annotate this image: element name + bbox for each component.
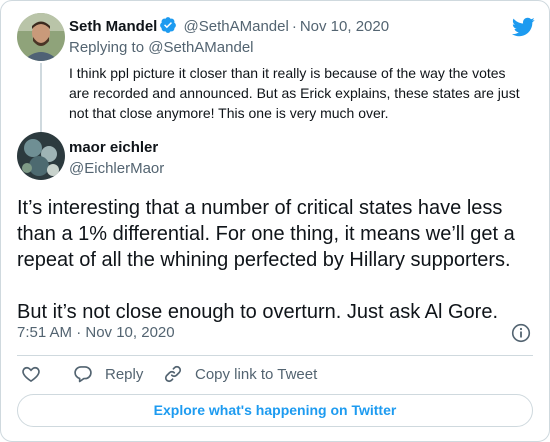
replying-to[interactable]: Replying to @SethAMandel xyxy=(69,38,254,58)
twitter-bird-icon[interactable] xyxy=(511,15,535,44)
embedded-tweet-card: Seth Mandel @SethAMandel · Nov 10, 2020 Re… xyxy=(0,0,550,442)
copy-link-button[interactable]: Copy link to Tweet xyxy=(163,364,317,384)
tweet-text: It’s interesting that a number of critic… xyxy=(17,195,537,325)
tweet-actions: Reply Copy link to Tweet xyxy=(17,359,533,389)
heart-icon xyxy=(21,364,41,384)
link-icon xyxy=(163,364,183,384)
reply-bubble-icon xyxy=(73,364,93,384)
parent-tweet-text: I think ppl picture it closer than it re… xyxy=(69,65,520,121)
display-name[interactable]: maor eichler xyxy=(69,138,158,158)
avatar[interactable] xyxy=(17,13,65,61)
handle[interactable]: @EichlerMaor xyxy=(69,159,164,179)
divider xyxy=(17,355,533,356)
parent-tweet-header: Seth Mandel @SethAMandel · Nov 10, 2020 xyxy=(69,16,389,40)
tweet-timestamp[interactable]: 7:51 AM · Nov 10, 2020 xyxy=(17,323,175,343)
explore-twitter-button[interactable]: Explore what's happening on Twitter xyxy=(17,394,533,427)
copy-link-label: Copy link to Tweet xyxy=(195,365,318,383)
thread-connector-line xyxy=(40,63,42,133)
reply-button[interactable]: Reply xyxy=(73,364,143,384)
info-icon[interactable] xyxy=(511,323,531,348)
like-button[interactable] xyxy=(21,364,41,384)
tweet-paragraph: But it’s not close enough to overturn. J… xyxy=(17,301,499,323)
separator-dot: · xyxy=(291,18,297,35)
display-name[interactable]: Seth Mandel xyxy=(69,18,157,35)
handle[interactable]: @SethAMandel xyxy=(184,18,289,35)
reply-label: Reply xyxy=(105,365,144,383)
tweet-date[interactable]: Nov 10, 2020 xyxy=(300,18,389,35)
tweet-paragraph: It’s interesting that a number of critic… xyxy=(17,197,515,271)
avatar[interactable] xyxy=(17,132,65,180)
verified-badge-icon xyxy=(159,16,177,40)
